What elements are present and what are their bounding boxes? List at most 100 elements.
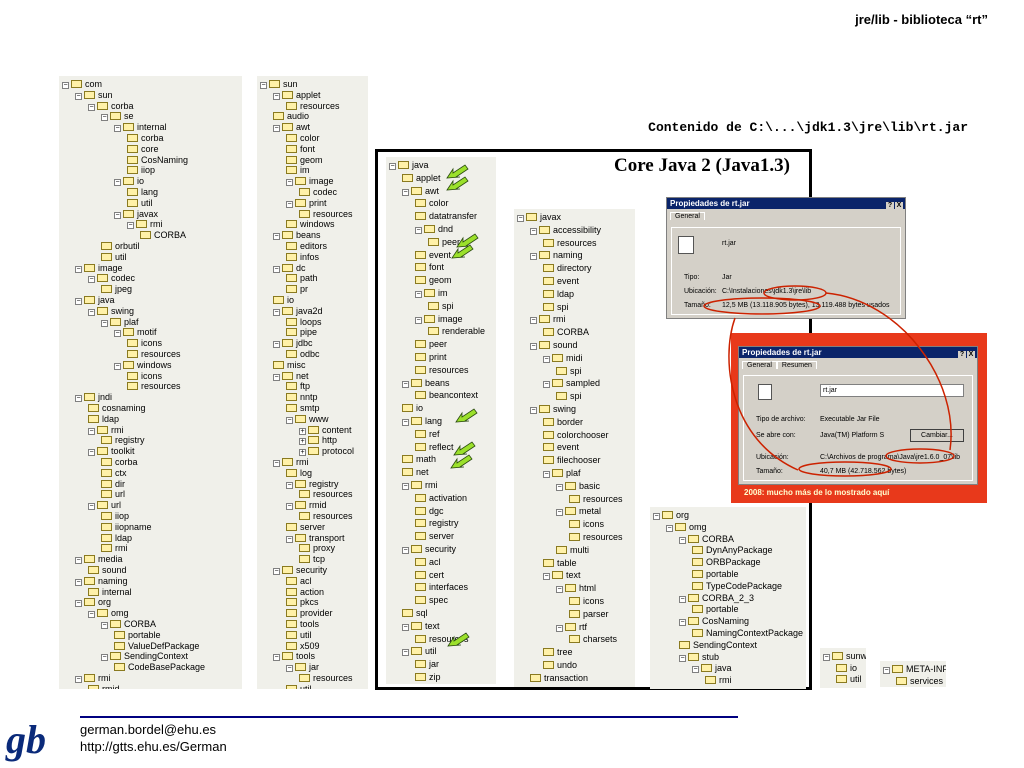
collapse-toggle-icon[interactable]: −	[402, 649, 409, 657]
collapse-toggle-icon[interactable]: −	[543, 573, 550, 581]
collapse-toggle-icon[interactable]: −	[114, 211, 121, 219]
collapse-toggle-icon[interactable]: −	[415, 291, 422, 298]
folder-tree-item[interactable]: resources	[569, 493, 623, 505]
folder-tree-item[interactable]: io	[836, 662, 857, 674]
folder-tree-item[interactable]: resources	[415, 364, 469, 376]
collapse-toggle-icon[interactable]: −	[101, 622, 108, 629]
folder-tree-item[interactable]: colorchooser	[543, 429, 609, 441]
folder-tree-item[interactable]: server	[415, 530, 454, 542]
collapse-toggle-icon[interactable]: −	[260, 82, 267, 89]
collapse-toggle-icon[interactable]: −	[273, 308, 280, 316]
folder-tree-item[interactable]: acl	[415, 556, 441, 568]
folder-tree-item[interactable]: − plaf	[543, 467, 581, 479]
collapse-toggle-icon[interactable]: −	[273, 568, 280, 575]
folder-tree-item[interactable]: activation	[415, 492, 467, 504]
tab-general[interactable]: General	[742, 361, 777, 369]
folder-tree-item[interactable]: color	[415, 197, 449, 209]
collapse-toggle-icon[interactable]: −	[75, 557, 82, 565]
collapse-toggle-icon[interactable]: −	[273, 341, 280, 349]
collapse-toggle-icon[interactable]: −	[286, 503, 293, 511]
folder-tree-item[interactable]: charsets	[569, 633, 617, 645]
collapse-toggle-icon[interactable]: −	[543, 355, 550, 363]
folder-tree-item[interactable]: ORBPackage	[692, 556, 761, 568]
folder-tree-item[interactable]: event	[543, 275, 579, 287]
folder-tree-item[interactable]: − text	[543, 569, 581, 581]
folder-tree-item[interactable]: icons	[569, 518, 604, 530]
folder-tree-item[interactable]: sql	[402, 607, 428, 619]
collapse-toggle-icon[interactable]: −	[114, 125, 121, 133]
folder-tree-item[interactable]: undo	[543, 659, 577, 671]
folder-tree-item[interactable]: − swing	[530, 403, 576, 415]
folder-tree-item[interactable]: − metal	[556, 505, 601, 517]
folder-tree-item[interactable]: peer	[428, 236, 460, 248]
collapse-toggle-icon[interactable]: −	[679, 619, 686, 627]
collapse-toggle-icon[interactable]: −	[88, 103, 95, 111]
folder-tree-item[interactable]: zip	[415, 671, 441, 683]
folder-tree-item[interactable]: print	[415, 351, 447, 363]
folder-tree-item[interactable]: − lang	[402, 415, 442, 427]
folder-tree-item[interactable]: − CORBA	[679, 533, 734, 545]
collapse-toggle-icon[interactable]: −	[402, 380, 409, 388]
collapse-toggle-icon[interactable]: −	[273, 460, 280, 467]
collapse-toggle-icon[interactable]: −	[88, 503, 95, 511]
collapse-toggle-icon[interactable]: −	[556, 509, 563, 517]
folder-tree-item[interactable]: applet	[402, 172, 441, 184]
collapse-toggle-icon[interactable]: −	[389, 163, 396, 170]
folder-tree-item[interactable]: table	[543, 557, 577, 569]
folder-tree-item[interactable]: − omg	[666, 521, 707, 533]
folder-tree-item[interactable]: − sound	[530, 339, 578, 351]
folder-tree-item[interactable]: − html	[556, 582, 596, 594]
author-email[interactable]: german.bordel@ehu.es	[80, 722, 216, 737]
folder-tree-item[interactable]: spi	[556, 390, 582, 402]
folder-tree-item[interactable]: − javax	[517, 211, 561, 223]
collapse-toggle-icon[interactable]: −	[273, 654, 280, 662]
collapse-toggle-icon[interactable]: −	[273, 265, 280, 273]
collapse-toggle-icon[interactable]: −	[530, 407, 537, 414]
folder-tree-item[interactable]: util	[286, 683, 312, 689]
collapse-toggle-icon[interactable]: −	[415, 316, 422, 324]
folder-tree-item[interactable]: CodeBasePackage	[114, 661, 205, 673]
collapse-toggle-icon[interactable]: −	[127, 222, 134, 230]
collapse-toggle-icon[interactable]: −	[75, 298, 82, 305]
close-button[interactable]: X	[895, 202, 903, 210]
folder-tree-item[interactable]: filechooser	[543, 454, 601, 466]
author-url[interactable]: http://gtts.ehu.es/German	[80, 739, 227, 754]
folder-tree-item[interactable]: multi	[556, 544, 589, 556]
folder-tree-item[interactable]: geom	[415, 274, 452, 286]
collapse-toggle-icon[interactable]: −	[75, 395, 82, 403]
folder-tree-item[interactable]: util	[836, 673, 862, 685]
folder-tree-item[interactable]: registry	[415, 517, 459, 529]
folder-tree-item[interactable]: − java	[692, 662, 732, 674]
folder-tree-item[interactable]: − rtf	[556, 621, 587, 633]
folder-tree-item[interactable]: ref	[415, 428, 440, 440]
change-button[interactable]: Cambiar...	[910, 429, 964, 442]
collapse-toggle-icon[interactable]: −	[402, 188, 409, 196]
help-button[interactable]: ?	[886, 202, 894, 210]
folder-tree-item[interactable]: − rmi	[530, 313, 566, 325]
file-name-field[interactable]: rt.jar	[820, 384, 964, 397]
folder-tree-item[interactable]: directory	[543, 262, 592, 274]
collapse-toggle-icon[interactable]: −	[402, 419, 409, 426]
collapse-toggle-icon[interactable]: −	[75, 600, 82, 608]
close-button[interactable]: X	[967, 351, 975, 359]
folder-tree-item[interactable]: − awt	[402, 185, 439, 197]
folder-tree-item[interactable]: resources	[569, 531, 623, 543]
collapse-toggle-icon[interactable]: −	[75, 578, 82, 586]
folder-tree-item[interactable]: jar	[415, 658, 439, 670]
folder-tree-item[interactable]: tree	[543, 646, 573, 658]
folder-tree-item[interactable]: − dnd	[415, 223, 453, 235]
collapse-toggle-icon[interactable]: −	[88, 611, 95, 619]
folder-tree-item[interactable]: cert	[415, 569, 444, 581]
collapse-toggle-icon[interactable]: −	[88, 427, 95, 435]
collapse-toggle-icon[interactable]: −	[530, 317, 537, 325]
folder-tree-item[interactable]: spec	[415, 594, 448, 606]
help-button[interactable]: ?	[958, 351, 966, 359]
collapse-toggle-icon[interactable]: −	[402, 623, 409, 631]
collapse-toggle-icon[interactable]: −	[88, 308, 95, 316]
folder-tree-item[interactable]: − text	[402, 620, 440, 632]
collapse-toggle-icon[interactable]: −	[101, 114, 108, 122]
folder-tree-item[interactable]: − naming	[530, 249, 583, 261]
collapse-toggle-icon[interactable]: −	[273, 373, 280, 381]
folder-tree-item[interactable]: spi	[428, 300, 454, 312]
collapse-toggle-icon[interactable]: −	[286, 481, 293, 489]
